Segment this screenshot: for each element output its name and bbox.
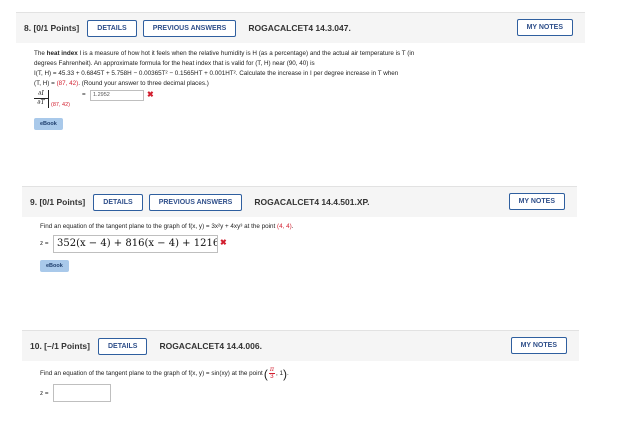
ebook-button[interactable]: eBook: [34, 118, 63, 130]
fraction-pi-over-3: π 3: [268, 366, 275, 380]
question-8-header: 8. [0/1 Points] DETAILS PREVIOUS ANSWERS…: [16, 13, 585, 43]
answer-field[interactable]: [53, 384, 111, 402]
eval-bar: [48, 90, 49, 108]
previous-answers-button[interactable]: PREVIOUS ANSWERS: [142, 19, 237, 37]
answer-row: ∂I ∂T (87, 42) = 1.2952 ✖: [34, 90, 575, 116]
question-9: 9. [0/1 Points] DETAILS PREVIOUS ANSWERS…: [22, 186, 577, 277]
my-notes-button[interactable]: MY NOTES: [508, 193, 565, 210]
answer-row: z =: [40, 384, 569, 404]
question-10-header: 10. [–/1 Points] DETAILS ROGACALCET4 14.…: [22, 331, 579, 361]
question-text: Find an equation of the tangent plane to…: [40, 223, 294, 230]
my-notes-button[interactable]: MY NOTES: [516, 19, 573, 36]
my-notes-button[interactable]: MY NOTES: [510, 337, 567, 354]
point-highlight: (87, 42): [56, 80, 79, 87]
question-number: 9. [0/1 Points]: [30, 197, 86, 207]
question-text-line-2: degrees Fahrenheit). An approximate form…: [34, 60, 315, 67]
question-code: ROGACALCET4 14.3.047.: [248, 23, 351, 33]
previous-answers-button[interactable]: PREVIOUS ANSWERS: [148, 193, 243, 211]
question-number: 10. [–/1 Points]: [30, 341, 90, 351]
question-code: ROGACALCET4 14.4.006.: [159, 341, 262, 351]
question-9-body: Find an equation of the tangent plane to…: [22, 217, 577, 277]
z-label: z =: [40, 240, 49, 247]
incorrect-icon: ✖: [220, 238, 227, 247]
z-label: z =: [40, 390, 49, 397]
function-expression: 3x²y + 4xy³: [211, 223, 243, 230]
ebook-button[interactable]: eBook: [40, 260, 69, 272]
equals-sign: =: [82, 91, 86, 98]
answer-field[interactable]: 1.2952: [90, 90, 144, 101]
question-9-header: 9. [0/1 Points] DETAILS PREVIOUS ANSWERS…: [22, 187, 577, 217]
answer-row: z = 352(x − 4) + 816(x − 4) + 1216 ✖: [40, 235, 567, 255]
details-button[interactable]: DETAILS: [93, 193, 143, 211]
question-8-body: The heat index I is a measure of how hot…: [16, 43, 585, 163]
formula-line: I(T, H) = 45.33 + 0.6845T + 5.758H − 0.0…: [34, 70, 399, 77]
question-10-body: Find an equation of the tangent plane to…: [22, 361, 579, 423]
question-text-line-4: (T, H) = (87, 42). (Round your answer to…: [34, 80, 209, 87]
question-code: ROGACALCET4 14.4.501.XP.: [254, 197, 370, 207]
incorrect-icon: ✖: [147, 90, 154, 99]
details-button[interactable]: DETAILS: [87, 19, 137, 37]
partial-derivative: ∂I ∂T: [34, 90, 48, 107]
term-heat-index: heat index: [46, 50, 78, 57]
eval-point: (87, 42): [51, 102, 70, 108]
question-text-line-1: The heat index I is a measure of how hot…: [34, 50, 415, 57]
question-number: 8. [0/1 Points]: [24, 23, 80, 33]
answer-field[interactable]: 352(x − 4) + 816(x − 4) + 1216: [53, 235, 218, 253]
point-highlight: (4, 4): [277, 223, 292, 230]
question-8: 8. [0/1 Points] DETAILS PREVIOUS ANSWERS…: [16, 12, 585, 163]
question-text: Find an equation of the tangent plane to…: [40, 366, 289, 381]
details-button[interactable]: DETAILS: [98, 337, 148, 355]
question-10: 10. [–/1 Points] DETAILS ROGACALCET4 14.…: [22, 330, 579, 423]
